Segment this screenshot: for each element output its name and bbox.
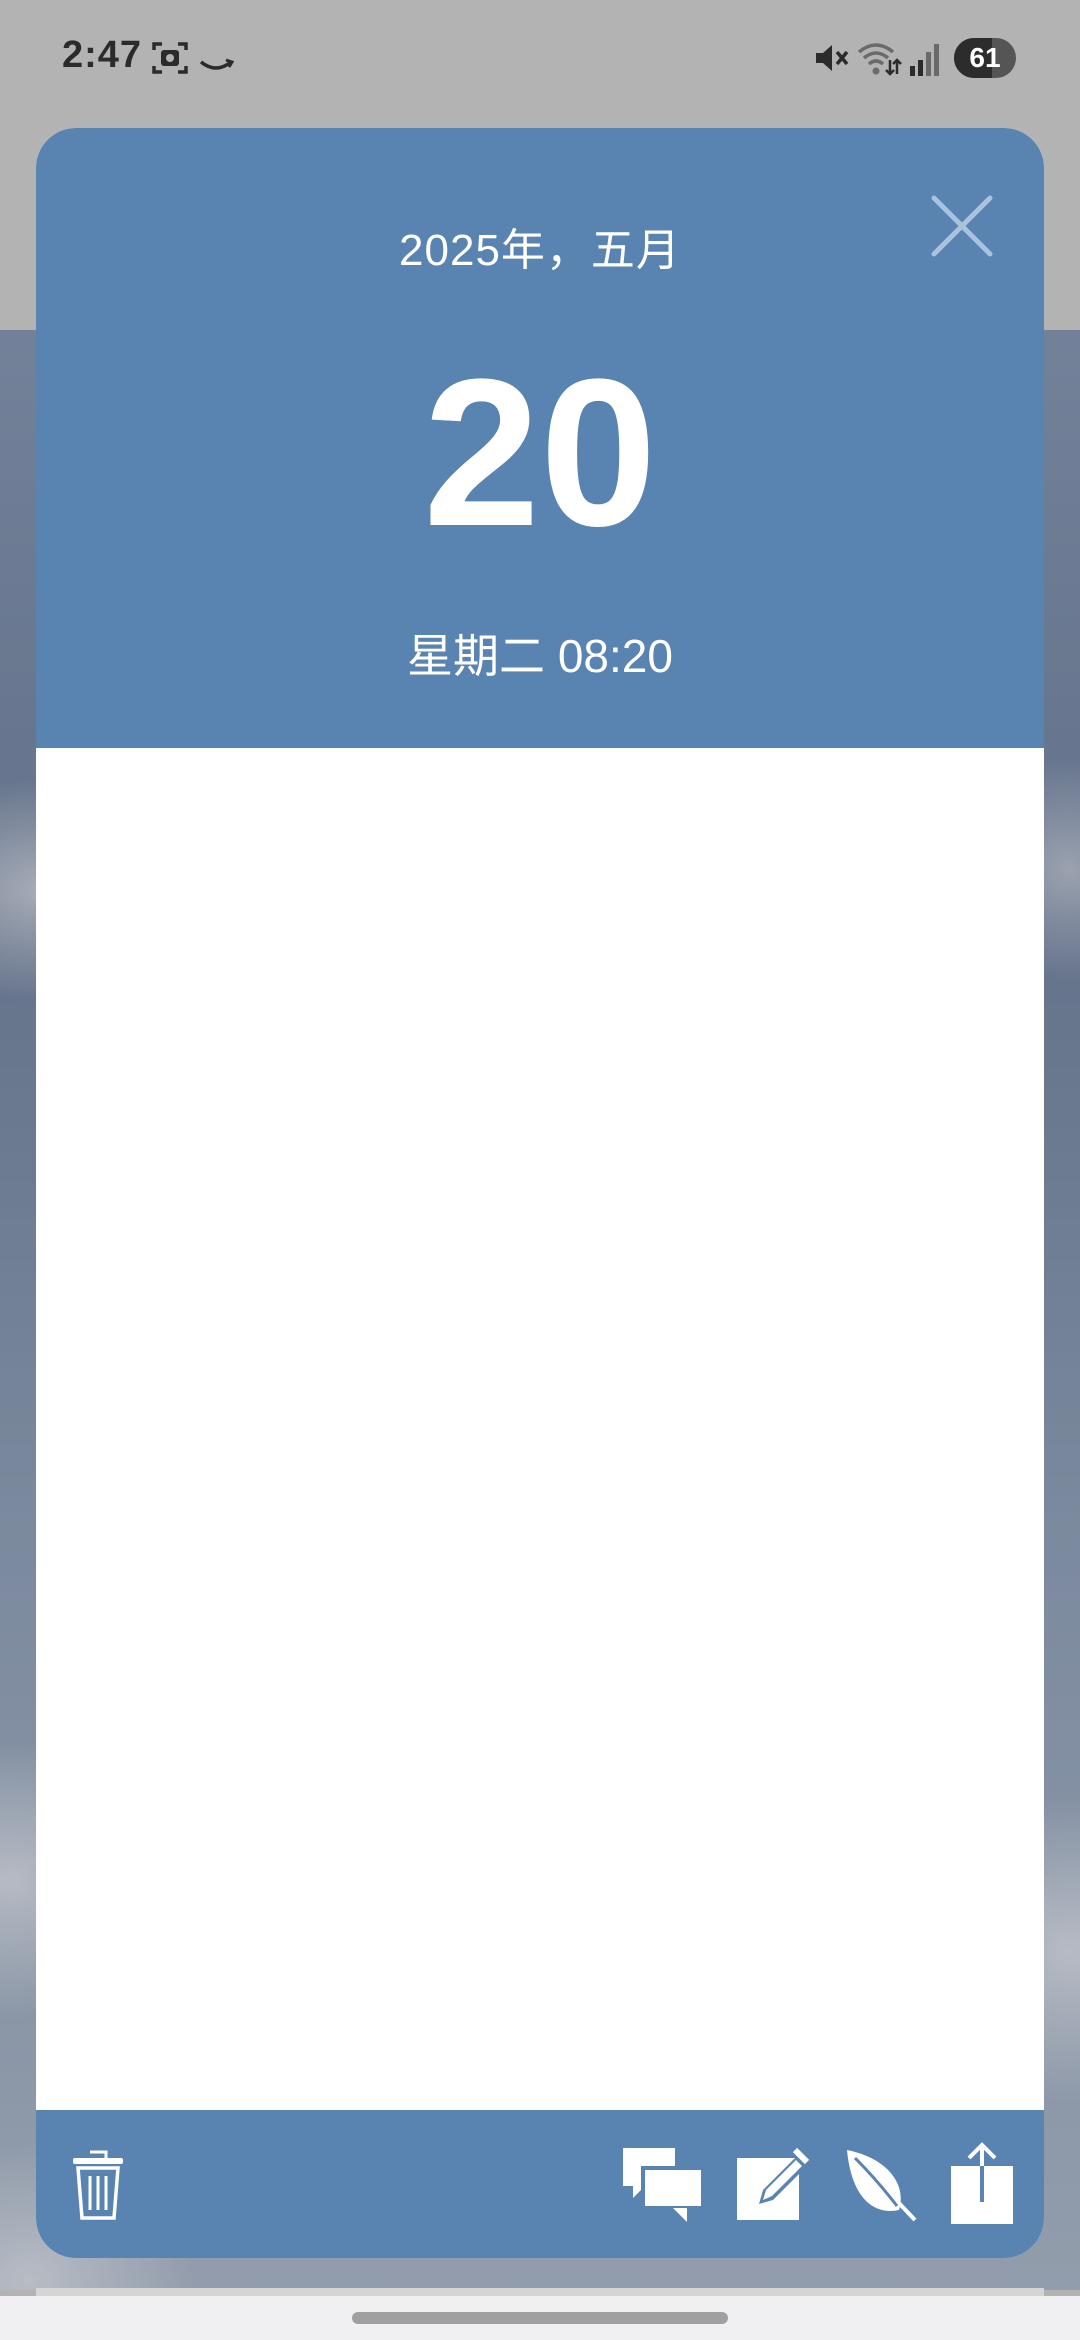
chat-bubbles-icon — [623, 2148, 705, 2222]
comments-button[interactable] — [620, 2134, 706, 2234]
day-number: 20 — [423, 335, 657, 570]
status-time: 2:47 — [62, 34, 143, 76]
status-bar: 2:47 61 — [0, 0, 1080, 120]
battery-percent: 61 — [969, 42, 1001, 73]
battery-indicator: 61 — [954, 38, 1016, 78]
wifi-icon — [857, 43, 902, 76]
calendar-dialog: 2025年，五月 20 星期二 08:20 — [36, 128, 1044, 2258]
share-icon — [951, 2142, 1013, 2224]
screenshot-icon — [152, 42, 188, 74]
edit-button[interactable] — [730, 2134, 816, 2234]
background-strip — [36, 2288, 1044, 2296]
leaf-button[interactable] — [838, 2134, 924, 2234]
note-content-area[interactable] — [36, 748, 1044, 2110]
year-month-label: 2025年，五月 — [399, 226, 681, 275]
close-icon — [931, 195, 993, 257]
home-indicator[interactable] — [352, 2312, 728, 2324]
dialog-header: 2025年，五月 20 星期二 08:20 — [36, 128, 1044, 748]
leaf-icon — [847, 2150, 917, 2222]
amazon-smile-icon — [199, 58, 234, 70]
signal-icon — [910, 44, 939, 76]
close-button[interactable] — [924, 188, 1000, 264]
edit-icon — [737, 2147, 810, 2220]
delete-button[interactable] — [58, 2134, 138, 2234]
dialog-toolbar — [36, 2110, 1044, 2258]
trash-icon — [73, 2150, 123, 2220]
navigation-bar — [0, 2296, 1080, 2340]
share-button[interactable] — [942, 2134, 1022, 2234]
mute-icon — [816, 45, 849, 71]
weekday-time-label: 星期二 08:20 — [407, 630, 673, 682]
